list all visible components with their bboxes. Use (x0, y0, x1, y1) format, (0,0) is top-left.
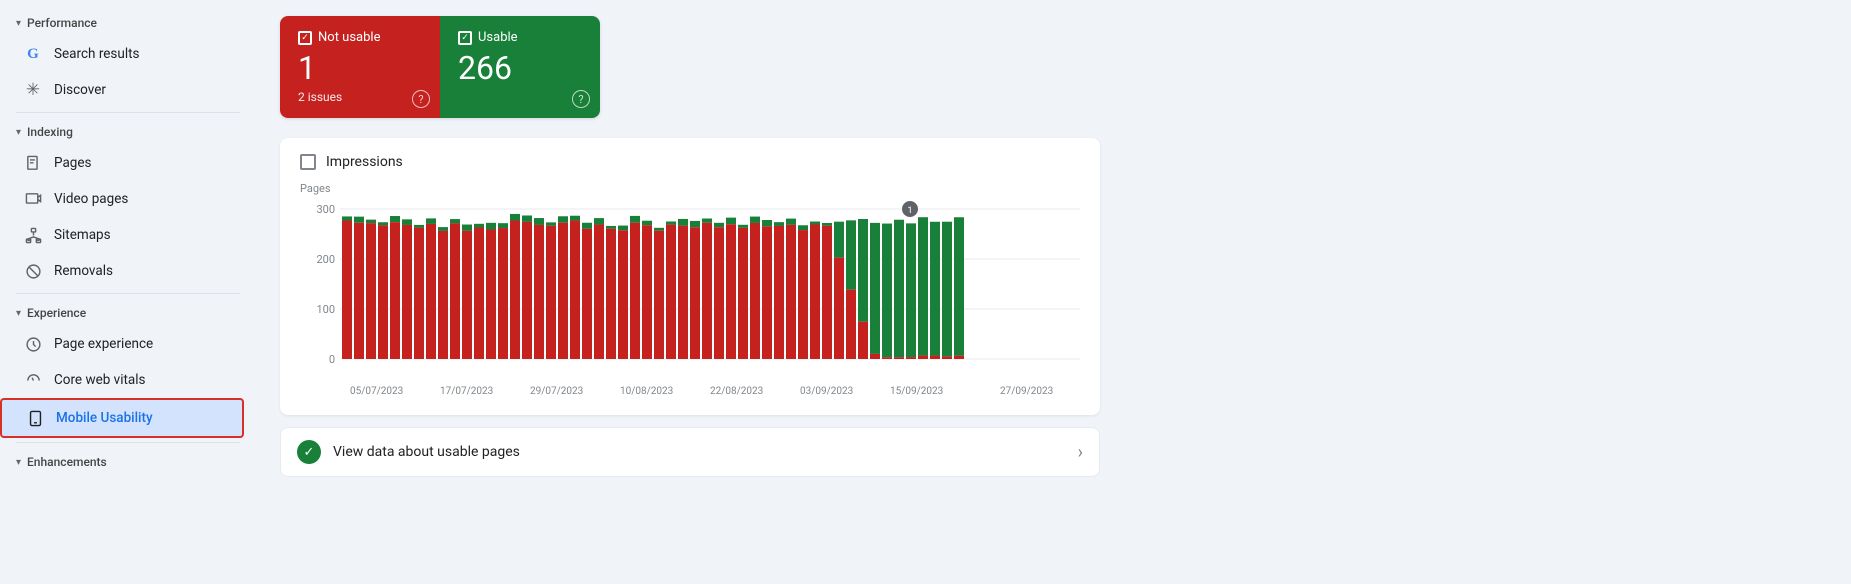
sidebar-item-core-web-vitals[interactable]: Core web vitals (0, 362, 244, 398)
sidebar-item-label: Pages (54, 155, 92, 171)
main-content: ✓ Not usable 1 2 issues ? ✓ Usable 266 ?… (256, 0, 1851, 584)
sidebar-section-experience-label: Experience (27, 306, 86, 320)
stats-row: ✓ Not usable 1 2 issues ? ✓ Usable 266 ? (280, 16, 600, 118)
chevron-right-icon: › (1078, 442, 1083, 463)
sidebar: ▾ Performance G Search results ✳ Discove… (0, 0, 256, 584)
svg-text:0: 0 (329, 353, 335, 366)
sidebar-item-label: Removals (54, 263, 113, 279)
stat-card-not-usable[interactable]: ✓ Not usable 1 2 issues ? (280, 16, 440, 118)
chart-svg: 300 200 100 0 05/07/2023 17/07/2023 29/0… (300, 199, 1080, 399)
sidebar-item-pages[interactable]: Pages (0, 145, 244, 181)
stat-not-usable-number: 1 (298, 51, 422, 86)
sitemaps-icon (24, 226, 42, 244)
sidebar-item-label: Core web vitals (54, 372, 146, 388)
sidebar-section-experience[interactable]: ▾ Experience (0, 298, 256, 326)
svg-text:05/07/2023: 05/07/2023 (350, 386, 403, 397)
sidebar-section-performance[interactable]: ▾ Performance (0, 8, 256, 36)
sidebar-item-search-results[interactable]: G Search results (0, 36, 244, 72)
chevron-icon: ▾ (16, 18, 21, 29)
mobile-usability-icon (26, 409, 44, 427)
svg-text:17/07/2023: 17/07/2023 (440, 386, 493, 397)
sidebar-item-removals[interactable]: Removals (0, 253, 244, 289)
view-data-label: View data about usable pages (333, 444, 520, 460)
svg-text:300: 300 (316, 203, 335, 216)
stat-card-usable[interactable]: ✓ Usable 266 ? (440, 16, 600, 118)
sidebar-section-enhancements-label: Enhancements (27, 455, 107, 469)
chart-title: Impressions (326, 154, 403, 170)
svg-text:10/08/2023: 10/08/2023 (620, 386, 673, 397)
stat-not-usable-sub: 2 issues (298, 90, 422, 104)
divider-2 (16, 293, 240, 294)
video-pages-icon (24, 190, 42, 208)
sidebar-section-performance-label: Performance (27, 16, 97, 30)
sidebar-section-enhancements[interactable]: ▾ Enhancements (0, 447, 256, 475)
chart-y-label: Pages (300, 182, 1080, 195)
svg-text:15/09/2023: 15/09/2023 (890, 386, 943, 397)
svg-text:22/08/2023: 22/08/2023 (710, 386, 763, 397)
core-web-vitals-icon (24, 371, 42, 389)
chevron-icon: ▾ (16, 308, 21, 319)
stat-card-usable-label: Usable (478, 30, 518, 45)
sidebar-section-indexing[interactable]: ▾ Indexing (0, 117, 256, 145)
discover-icon: ✳ (24, 81, 42, 99)
help-icon-usable[interactable]: ? (572, 90, 590, 108)
svg-text:29/07/2023: 29/07/2023 (530, 386, 583, 397)
chart-container: 300 200 100 0 05/07/2023 17/07/2023 29/0… (300, 199, 1080, 399)
svg-text:100: 100 (316, 303, 335, 316)
help-icon-not-usable[interactable]: ? (412, 90, 430, 108)
sidebar-item-page-experience[interactable]: Page experience (0, 326, 244, 362)
svg-text:03/09/2023: 03/09/2023 (800, 386, 853, 397)
checkbox-usable-icon: ✓ (458, 31, 472, 45)
stat-card-not-usable-label: Not usable (318, 30, 380, 45)
svg-text:1: 1 (907, 206, 912, 216)
checkbox-not-usable-icon: ✓ (298, 31, 312, 45)
svg-text:200: 200 (316, 253, 335, 266)
sidebar-item-sitemaps[interactable]: Sitemaps (0, 217, 244, 253)
chart-section: Impressions Pages 300 200 100 0 (280, 138, 1100, 415)
sidebar-item-label: Sitemaps (54, 227, 111, 243)
divider-1 (16, 112, 240, 113)
chevron-icon: ▾ (16, 457, 21, 468)
stat-card-not-usable-header: ✓ Not usable (298, 30, 422, 45)
sidebar-item-label: Mobile Usability (56, 410, 153, 426)
stat-card-usable-header: ✓ Usable (458, 30, 582, 45)
sidebar-item-label: Video pages (54, 191, 128, 207)
sidebar-item-mobile-usability[interactable]: Mobile Usability (0, 398, 244, 438)
sidebar-item-label: Search results (54, 46, 140, 62)
removals-icon (24, 262, 42, 280)
sidebar-item-video-pages[interactable]: Video pages (0, 181, 244, 217)
sidebar-item-discover[interactable]: ✳ Discover (0, 72, 244, 108)
view-data-row[interactable]: ✓ View data about usable pages › (280, 427, 1100, 477)
sidebar-section-indexing-label: Indexing (27, 125, 73, 139)
chart-header: Impressions (300, 154, 1080, 170)
google-icon: G (24, 45, 42, 63)
pages-icon (24, 154, 42, 172)
sidebar-item-label: Discover (54, 82, 106, 98)
chevron-icon: ▾ (16, 127, 21, 138)
svg-text:27/09/2023: 27/09/2023 (1000, 386, 1053, 397)
impressions-checkbox[interactable] (300, 154, 316, 170)
sidebar-item-label: Page experience (54, 336, 153, 352)
page-experience-icon (24, 335, 42, 353)
view-data-left: ✓ View data about usable pages (297, 440, 520, 464)
stat-usable-number: 266 (458, 51, 582, 86)
green-check-icon: ✓ (297, 440, 321, 464)
divider-3 (16, 442, 240, 443)
